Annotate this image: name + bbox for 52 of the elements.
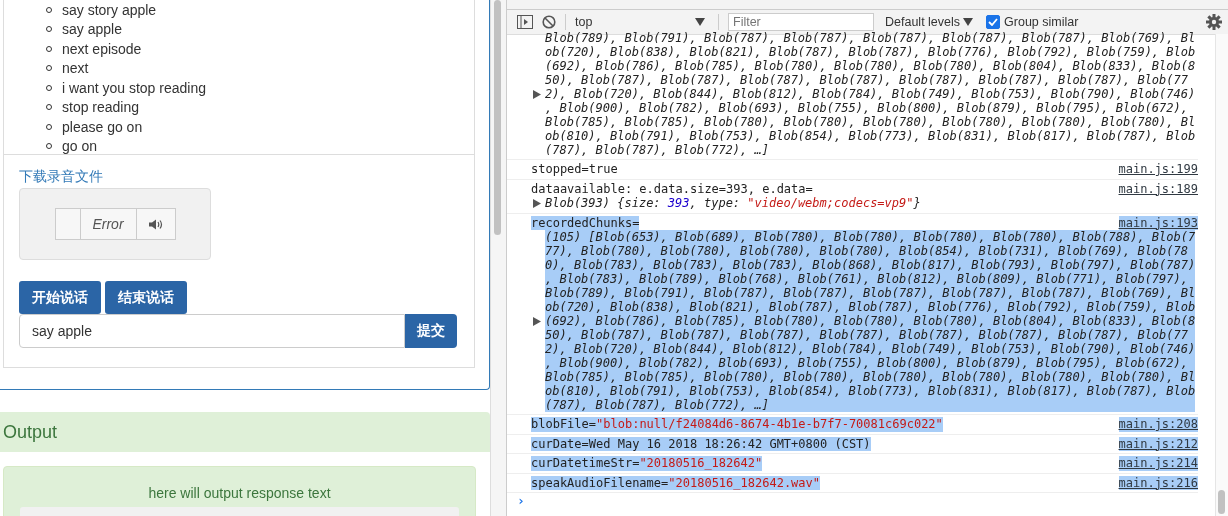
dropdown-icon bbox=[963, 18, 974, 26]
log-text: recordedChunks= bbox=[531, 215, 640, 230]
source-link[interactable]: main.js:199 bbox=[1118, 162, 1198, 177]
command-text: say apple bbox=[62, 21, 122, 38]
array-preview[interactable]: Blob(789), Blob(791), Blob(787), Blob(787), Blob(787), Blob(787), Blob(787), Blob(769), Bl ob(720), Blob(838), Blob(821), Blob(787), Blob(787), Blob(776), Blob(792), Blob(759), Blob (692), Blob(786), Blob(785), Blob(780), Blob(780), Blob(780), Blob(804), Blob(833), Blob(8 50), Blob(787), Blob(787), Blob(787), Blob(787), Blob(787), Blob(787), Blob(787), Blob(77 2), Blob(720), Blob(844), Blob(812), Blob(784), Blob(749), Blob(753), Blob(790), Blob(746) , Blob(900), Blob(782), Blob(693), Blob(755), Blob(800), Blob(879), Blob(795), Blob(672), Blob(785), Blob(785), Blob(780), Blob(780), Blob(780), Blob(780), Blob(780), Blob(780), Bl ob(810), Blob(791), Blob(753), Blob(854), Blob(773), Blob(831), Blob(817), Blob(787), Blob (787), Blob(787), Blob(772), …] bbox=[545, 31, 1196, 157]
output-text: here will output response text bbox=[147, 485, 332, 503]
submit-button[interactable]: 提交 bbox=[405, 314, 457, 348]
action-button[interactable]: 结束说话 bbox=[105, 281, 187, 314]
log-text: speakAudioFilename="20180516_182642.wav" bbox=[531, 475, 820, 490]
expand-icon[interactable] bbox=[533, 198, 541, 208]
filter-field[interactable]: Filter bbox=[728, 13, 874, 31]
log-text: blobFile="blob:null/f24084d6-8674-4b1e-b7f7-70081c69c022" bbox=[531, 417, 943, 432]
expand-icon[interactable] bbox=[533, 89, 541, 99]
log-text: curDate=Wed May 16 2018 18:26:42 GMT+0800 (CST) bbox=[531, 436, 871, 451]
expand-icon[interactable] bbox=[533, 316, 541, 326]
command-text: say story apple bbox=[62, 1, 157, 18]
checkbox-label: Group similar bbox=[1004, 15, 1079, 29]
action-button[interactable]: 开始说话 bbox=[19, 281, 101, 314]
output-title: Output bbox=[3, 421, 58, 443]
sidebar-toggle-icon[interactable] bbox=[517, 15, 533, 29]
scrollbar[interactable] bbox=[1215, 34, 1228, 516]
player-status: Error bbox=[80, 209, 137, 239]
input-field[interactable]: say apple bbox=[19, 314, 405, 348]
scrollbar-thumb[interactable] bbox=[494, 0, 501, 235]
context-select[interactable]: top bbox=[575, 15, 709, 29]
source-link[interactable]: main.js:212 bbox=[1118, 436, 1198, 451]
clear-console-icon[interactable] bbox=[542, 15, 556, 29]
array-preview[interactable]: (105) [Blob(653), Blob(689), Blob(780), Blob(780), Blob(780), Blob(780), Blob(788), Blob(7 77), Blob(780), Blob(780), Blob(780), Blob(780), Blob(854), Blob(731), Blob(769), Blob(78 0), Blob(783), Blob(783), Blob(783), Blob(868), Blob(817), Blob(793), Blob(797), Blob(787) , Blob(783), Blob(789), Blob(768), Blob(761), Blob(812), Blob(809), Blob(771), Blob(797), Blob(789), Blob(791), Blob(787), Blob(787), Blob(787), Blob(787), Blob(787), Blob(769), Bl ob(720), Blob(838), Blob(821), Blob(787), Blob(787), Blob(776), Blob(792), Blob(759), Blob (692), Blob(786), Blob(785), Blob(780), Blob(780), Blob(780), Blob(804), Blob(833), Blob(8 50), Blob(787), Blob(787), Blob(787), Blob(787), Blob(787), Blob(787), Blob(787), Blob(77 2), Blob(720), Blob(844), Blob(812), Blob(784), Blob(749), Blob(753), Blob(790), Blob(746) , Blob(900), Blob(782), Blob(693), Blob(755), Blob(800), Blob(879), Blob(795), Blob(672), Blob(785), Blob(785), Blob(780), Blob(780), Blob(780), Blob(780), Blob(780), Blob(780), Bl ob(810), Blob(791), Blob(753), Blob(854), Blob(773), Blob(831), Blob(817), Blob(787), Blob (787), Blob(787), Blob(772), …] bbox=[545, 230, 1196, 412]
command-text: next bbox=[62, 60, 89, 77]
command-text: please go on bbox=[62, 118, 143, 135]
source-link[interactable]: main.js:208 bbox=[1118, 417, 1198, 432]
console-prompt[interactable]: › bbox=[507, 493, 1198, 508]
levels-dropdown[interactable]: Default levels bbox=[885, 15, 974, 29]
log-text: curDatetimeStr="20180516_182642" bbox=[531, 456, 763, 471]
log-text: stopped=true bbox=[531, 162, 618, 177]
command-text: go on bbox=[62, 138, 98, 155]
speaker-icon bbox=[148, 218, 163, 230]
checkbox[interactable] bbox=[986, 15, 1001, 29]
dropdown-icon bbox=[695, 18, 705, 26]
source-link[interactable]: main.js:216 bbox=[1118, 475, 1198, 490]
command-text: next episode bbox=[62, 40, 142, 57]
source-link[interactable]: main.js:214 bbox=[1118, 456, 1198, 471]
command-text: stop reading bbox=[62, 99, 140, 116]
source-link[interactable]: main.js:189 bbox=[1118, 181, 1198, 196]
scrollbar-thumb[interactable] bbox=[1218, 490, 1225, 514]
download-link[interactable]: 下载录音文件 bbox=[19, 168, 103, 186]
object-preview[interactable]: Blob(393) {size: 393, type: "video/webm;codecs=vp9"} bbox=[545, 196, 921, 211]
source-link[interactable]: main.js:193 bbox=[1118, 215, 1198, 230]
scrollbar[interactable] bbox=[490, 0, 506, 516]
settings-icon[interactable] bbox=[1206, 14, 1222, 30]
command-text: i want you stop reading bbox=[62, 79, 206, 96]
log-text: dataavailable: e.data.size=393, e.data= bbox=[531, 181, 813, 196]
